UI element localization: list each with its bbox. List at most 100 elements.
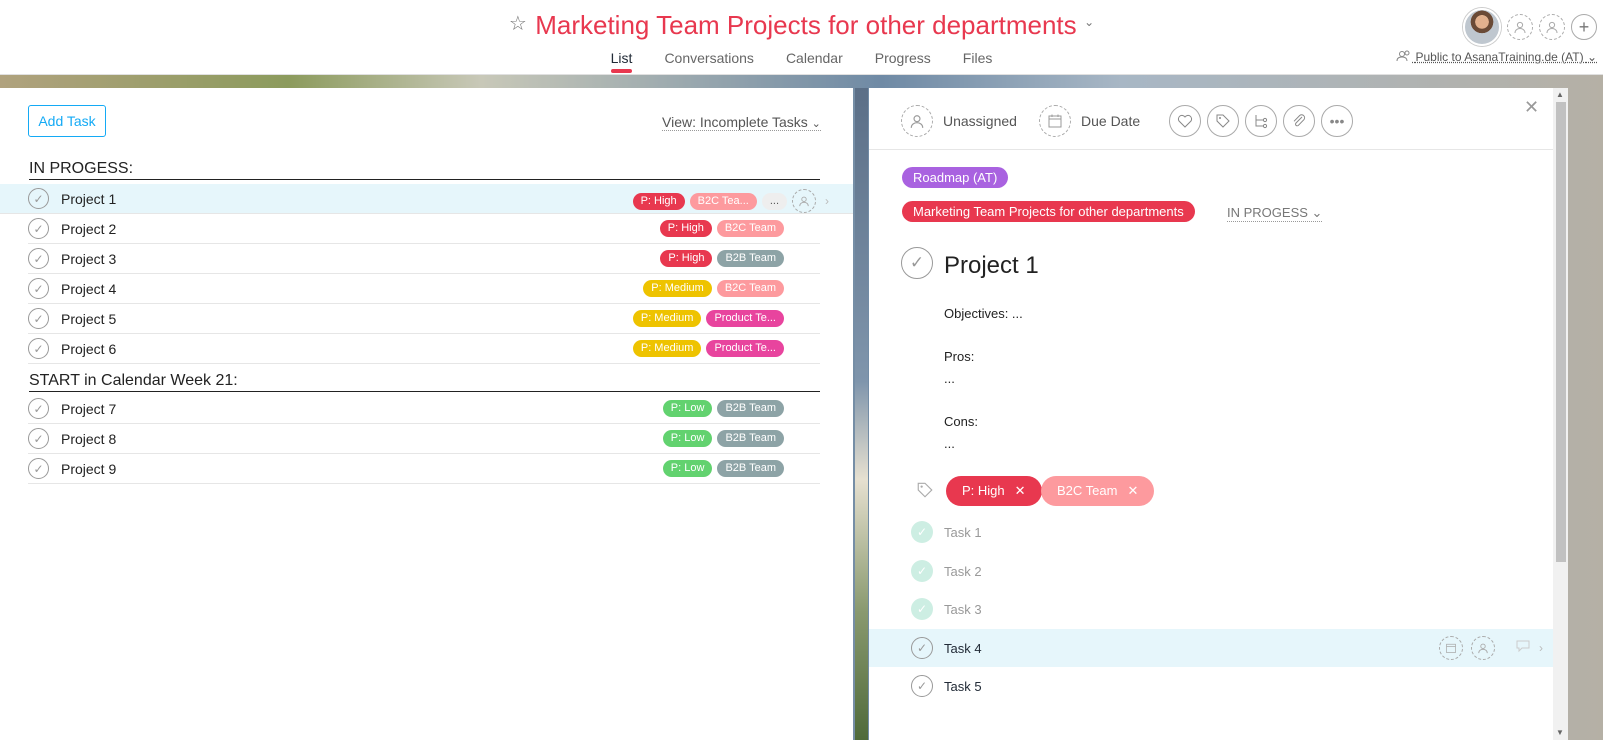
tag-badge[interactable]: Product Te...	[706, 310, 784, 327]
description-pros-label[interactable]: Pros:	[944, 349, 974, 364]
check-icon[interactable]: ✓	[28, 218, 49, 239]
section-header[interactable]: START in Calendar Week 21:	[29, 372, 820, 392]
check-icon[interactable]: ✓	[911, 560, 933, 582]
tag-chip[interactable]: P: High ✕	[946, 476, 1042, 506]
comment-icon[interactable]	[1515, 639, 1531, 658]
complete-check-icon[interactable]: ✓	[901, 247, 933, 279]
tag-badge[interactable]: P: Medium	[632, 310, 702, 327]
paperclip-icon[interactable]	[1283, 105, 1315, 137]
chevron-down-icon[interactable]: ⌄	[1084, 15, 1094, 29]
tag-badge[interactable]: P: Low	[662, 460, 713, 477]
task-row[interactable]: ✓ Project 2 P: High B2C Team	[28, 214, 820, 244]
tab-conversations[interactable]: Conversations	[664, 50, 754, 71]
check-icon[interactable]: ✓	[28, 338, 49, 359]
description-cons-value[interactable]: ...	[944, 436, 955, 451]
tag-badge[interactable]: Product Te...	[706, 340, 784, 357]
check-icon[interactable]: ✓	[911, 521, 933, 543]
tag-badge[interactable]: B2C Team	[716, 280, 784, 297]
tag-badge[interactable]: B2B Team	[717, 250, 784, 267]
tab-calendar[interactable]: Calendar	[786, 50, 843, 71]
tag-badge[interactable]: P: Medium	[643, 280, 712, 297]
task-row[interactable]: ✓ Project 6 P: Medium Product Te...	[28, 334, 820, 364]
tag-badge[interactable]: P: Low	[662, 400, 713, 417]
tag-badge[interactable]: ...	[761, 192, 787, 210]
task-row[interactable]: ✓ Project 7 P: Low B2B Team	[28, 394, 820, 424]
subtask-row[interactable]: ✓ Task 2	[869, 552, 1553, 590]
plus-icon[interactable]: +	[1571, 14, 1597, 40]
check-icon[interactable]: ✓	[28, 428, 49, 449]
task-row[interactable]: ✓ Project 8 P: Low B2B Team	[28, 424, 820, 454]
subtask-row[interactable]: ✓ Task 1	[869, 513, 1553, 551]
avatar[interactable]	[1463, 8, 1501, 46]
description-pros-value[interactable]: ...	[944, 371, 955, 386]
check-icon[interactable]: ✓	[28, 398, 49, 419]
task-name[interactable]: Project 3	[61, 251, 116, 267]
tag-chip[interactable]: B2C Team ✕	[1041, 476, 1155, 506]
description-cons-label[interactable]: Cons:	[944, 414, 978, 429]
task-name[interactable]: Project 4	[61, 281, 116, 297]
project-pill[interactable]: Marketing Team Projects for other depart…	[902, 201, 1195, 222]
tag-badge[interactable]: B2B Team	[717, 430, 784, 447]
star-icon[interactable]: ☆	[509, 13, 527, 35]
project-title[interactable]: Marketing Team Projects for other depart…	[535, 10, 1076, 40]
task-row[interactable]: ✓ Project 3 P: High B2B Team	[28, 244, 820, 274]
tag-icon[interactable]	[1207, 105, 1239, 137]
task-row[interactable]: ✓ Project 9 P: Low B2B Team	[28, 454, 820, 484]
task-row[interactable]: ✓ Project 1 P: High B2C Tea... ... ›	[0, 184, 853, 214]
check-icon[interactable]: ✓	[28, 458, 49, 479]
task-title[interactable]: Project 1	[944, 252, 1039, 280]
tag-badge[interactable]: B2C Team	[716, 220, 784, 237]
description-objectives[interactable]: Objectives: ...	[944, 306, 1023, 321]
task-name[interactable]: Project 2	[61, 221, 116, 237]
visibility-setting[interactable]: Public to AsanaTraining.de (AT) ⌄	[1396, 50, 1597, 64]
subtask-name[interactable]: Task 4	[944, 641, 982, 656]
detail-scrollbar[interactable]: ▲ ▼	[1553, 88, 1568, 740]
tag-badge[interactable]: B2B Team	[717, 400, 784, 417]
tab-list[interactable]: List	[610, 50, 632, 73]
project-pill[interactable]: Roadmap (AT)	[902, 167, 1009, 188]
subtask-row[interactable]: ✓ Task 5	[869, 667, 1553, 705]
chevron-right-icon[interactable]: ›	[825, 194, 829, 208]
subtask-row[interactable]: ✓ Task 4 ›	[869, 629, 1553, 667]
user-icon[interactable]	[1471, 636, 1495, 660]
task-row[interactable]: ✓ Project 4 P: Medium B2C Team	[28, 274, 820, 304]
subtask-name[interactable]: Task 3	[944, 602, 982, 617]
scrollbar-thumb[interactable]	[1556, 102, 1566, 562]
task-name[interactable]: Project 1	[61, 191, 116, 207]
task-name[interactable]: Project 9	[61, 461, 116, 477]
task-name[interactable]: Project 7	[61, 401, 116, 417]
subtask-name[interactable]: Task 2	[944, 564, 982, 579]
task-name[interactable]: Project 6	[61, 341, 116, 357]
add-member-icon[interactable]	[1539, 14, 1565, 40]
scroll-up-icon[interactable]: ▲	[1556, 90, 1564, 99]
check-icon[interactable]: ✓	[911, 598, 933, 620]
tag-badge[interactable]: B2C Tea...	[689, 192, 757, 210]
subtask-name[interactable]: Task 1	[944, 525, 982, 540]
assignee-button[interactable]: Unassigned	[901, 105, 1017, 137]
check-icon[interactable]: ✓	[28, 188, 49, 209]
task-name[interactable]: Project 8	[61, 431, 116, 447]
section-dropdown[interactable]: IN PROGESS ⌄	[1227, 205, 1323, 222]
tag-badge[interactable]: B2B Team	[717, 460, 784, 477]
tag-badge[interactable]: P: High	[659, 220, 712, 237]
check-icon[interactable]: ✓	[28, 278, 49, 299]
add-task-button[interactable]: Add Task	[28, 105, 106, 137]
subtask-icon[interactable]	[1245, 105, 1277, 137]
tag-badge[interactable]: P: Low	[662, 430, 713, 447]
calendar-icon[interactable]	[1439, 636, 1463, 660]
view-filter-dropdown[interactable]: View: Incomplete Tasks ⌄	[662, 114, 821, 131]
tab-files[interactable]: Files	[963, 50, 993, 71]
heart-icon[interactable]	[1169, 105, 1201, 137]
tag-badge[interactable]: P: High	[632, 192, 685, 210]
check-icon[interactable]: ✓	[28, 308, 49, 329]
add-member-icon[interactable]	[1507, 14, 1533, 40]
tab-progress[interactable]: Progress	[875, 50, 931, 71]
subtask-name[interactable]: Task 5	[944, 679, 982, 694]
remove-tag-icon[interactable]: ✕	[1015, 483, 1026, 498]
assignee-icon[interactable]	[792, 189, 816, 213]
close-icon[interactable]: ✕	[1524, 97, 1539, 118]
task-row[interactable]: ✓ Project 5 P: Medium Product Te...	[28, 304, 820, 334]
subtask-row[interactable]: ✓ Task 3	[869, 590, 1553, 628]
task-name[interactable]: Project 5	[61, 311, 116, 327]
scroll-down-icon[interactable]: ▼	[1556, 728, 1564, 737]
